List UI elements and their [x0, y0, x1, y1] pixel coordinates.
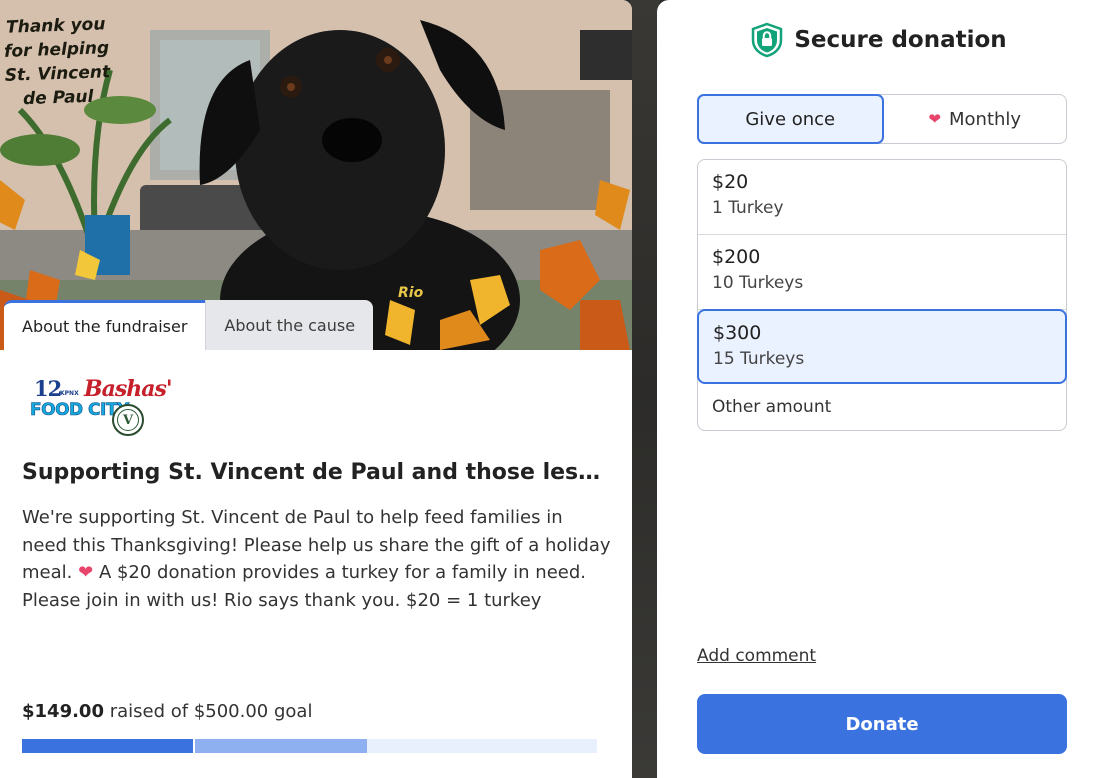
- page-backdrop: [630, 0, 660, 778]
- fundraiser-card: Thank you for helping St. Vincent de Pau…: [0, 0, 632, 778]
- amount-option-200[interactable]: $200 10 Turkeys: [698, 235, 1066, 310]
- give-once-button[interactable]: Give once: [697, 94, 884, 144]
- amount-option-300[interactable]: $300 15 Turkeys: [697, 309, 1067, 384]
- secure-donation-title: Secure donation: [794, 27, 1007, 53]
- heart-icon: ❤: [928, 110, 941, 128]
- hero-signature: Rio: [398, 285, 424, 301]
- fundraiser-tabs: About the fundraiser About the cause: [4, 300, 374, 350]
- hero-caption: Thank you for helping St. Vincent de Pau…: [3, 14, 111, 110]
- progress-bar-pending: [193, 739, 367, 753]
- amount-description: 10 Turkeys: [712, 273, 804, 293]
- donate-button[interactable]: Donate: [697, 694, 1067, 754]
- st-vincent-seal-logo: V: [112, 404, 144, 436]
- progress-summary: $149.00 raised of $500.00 goal: [22, 701, 312, 722]
- hero-image: Thank you for helping St. Vincent de Pau…: [0, 0, 632, 350]
- amount-description: 15 Turkeys: [713, 349, 805, 369]
- fundraiser-description: We're supporting St. Vincent de Paul to …: [22, 504, 612, 614]
- monthly-button[interactable]: ❤ Monthly: [884, 95, 1067, 143]
- progress-bar-raised: [22, 739, 193, 753]
- frequency-toggle: Give once ❤ Monthly: [697, 94, 1067, 144]
- amount-value: $200: [712, 246, 761, 268]
- kpnx-logo: 12: [34, 376, 62, 401]
- amount-description: 1 Turkey: [712, 198, 784, 218]
- kpnx-logo-sub: KPNX: [60, 390, 79, 397]
- secure-header: Secure donation: [657, 22, 1100, 58]
- raised-amount: $149.00: [22, 701, 104, 722]
- sponsor-logos: 12 KPNX Bashas' FOOD CITY V: [30, 376, 180, 440]
- monthly-label: Monthly: [949, 108, 1022, 130]
- goal-text: raised of $500.00 goal: [109, 701, 313, 722]
- add-comment-link[interactable]: Add comment: [697, 646, 816, 666]
- amount-option-20[interactable]: $20 1 Turkey: [698, 160, 1066, 235]
- shield-lock-icon: [752, 22, 783, 58]
- bashas-logo: Bashas': [84, 376, 173, 402]
- amount-value: $20: [712, 171, 749, 193]
- amount-value: $300: [713, 322, 762, 344]
- fundraiser-title: Supporting St. Vincent de Paul and those…: [22, 460, 612, 485]
- give-once-label: Give once: [745, 108, 836, 130]
- tab-about-fundraiser[interactable]: About the fundraiser: [4, 300, 206, 350]
- tab-about-cause[interactable]: About the cause: [205, 300, 374, 350]
- description-text-2: A $20 donation provides a turkey for a f…: [22, 562, 587, 611]
- progress-bar: [22, 739, 597, 753]
- heart-icon: ❤: [78, 562, 94, 583]
- other-amount-option[interactable]: Other amount: [698, 383, 1066, 430]
- amount-options: $20 1 Turkey $200 10 Turkeys $300 15 Tur…: [697, 159, 1067, 431]
- donation-panel: Secure donation Give once ❤ Monthly $20 …: [657, 0, 1100, 778]
